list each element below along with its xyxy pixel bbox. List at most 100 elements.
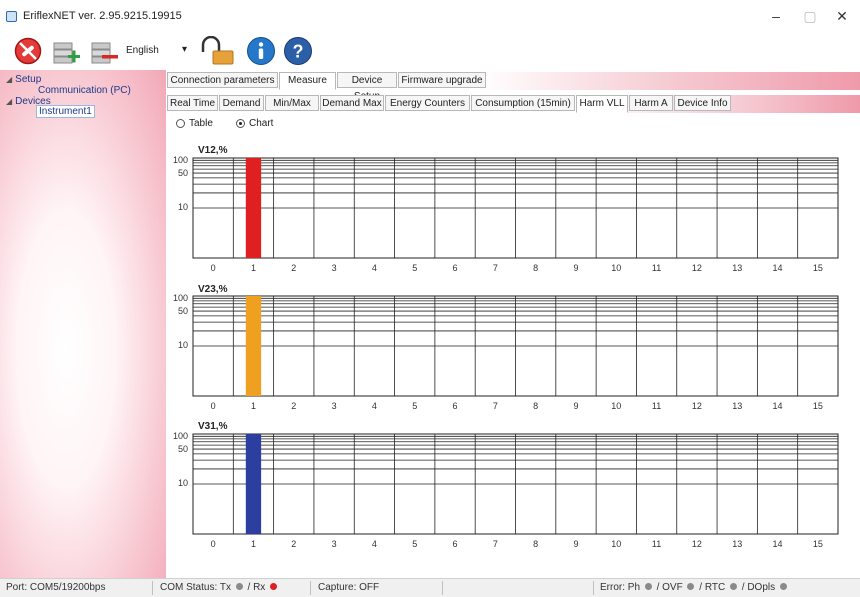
x-tick-label: 11 [652, 401, 661, 411]
language-label: English [126, 45, 159, 56]
x-tick-label: 15 [813, 263, 823, 273]
x-tick-label: 9 [573, 263, 578, 273]
x-tick-label: 6 [453, 263, 458, 273]
x-tick-label: 4 [372, 539, 377, 549]
x-tick-label: 14 [773, 263, 783, 273]
add-device-icon[interactable] [52, 37, 80, 65]
expand-arrow-icon[interactable]: ◢ [6, 75, 12, 84]
x-tick-label: 8 [533, 401, 538, 411]
x-tick-label: 3 [332, 263, 337, 273]
x-tick-label: 1 [251, 539, 256, 549]
rtc-label: / RTC [699, 582, 726, 593]
ovf-label: / OVF [656, 582, 683, 593]
x-tick-label: 3 [332, 401, 337, 411]
radio-unchecked-icon [176, 119, 185, 128]
tab-connection-parameters[interactable]: Connection parameters [167, 72, 278, 88]
status-divider [593, 581, 594, 595]
tree-item-setup[interactable]: ◢ Setup [6, 74, 41, 85]
chart-title-v12: V12,% [198, 145, 228, 156]
chevron-down-icon: ▾ [182, 44, 188, 55]
status-divider [442, 581, 443, 595]
table-radio-label: Table [189, 118, 213, 129]
x-tick-label: 2 [291, 539, 296, 549]
tree-label-instrument1: Instrument1 [36, 105, 95, 118]
close-button[interactable]: ✕ [828, 6, 856, 26]
chart-radio[interactable]: Chart [236, 118, 273, 129]
dopls-label: / DOpls [741, 582, 776, 593]
tab-device-setup[interactable]: Device Setup [337, 72, 397, 102]
error-status: Error: Ph / OVF / RTC / DOpls [600, 582, 789, 593]
y-tick-label: 100 [172, 155, 188, 165]
navigation-tree [0, 70, 166, 578]
x-tick-label: 12 [692, 263, 702, 273]
tab-demand[interactable]: Demand [219, 95, 264, 111]
x-tick-label: 15 [813, 401, 823, 411]
tab-harm-vll[interactable]: Harm VLL [576, 95, 628, 113]
expand-arrow-icon[interactable]: ◢ [6, 97, 12, 106]
tab-harm-a[interactable]: Harm A [629, 95, 673, 111]
x-tick-label: 0 [211, 263, 216, 273]
help-icon[interactable]: ? [283, 36, 313, 66]
info-icon[interactable] [246, 36, 276, 66]
tab-measure[interactable]: Measure [279, 72, 336, 90]
harmonics-tab-strip: Real Time Demand Min/Max Demand Max Ener… [166, 95, 860, 113]
x-tick-label: 0 [211, 539, 216, 549]
remove-device-icon[interactable] [90, 37, 120, 65]
x-tick-label: 7 [493, 401, 498, 411]
x-tick-label: 10 [611, 263, 621, 273]
tab-consumption[interactable]: Consumption (15min) [471, 95, 575, 111]
bar-h1 [245, 158, 262, 258]
minimize-button[interactable]: – [762, 6, 790, 26]
harmonics-chart-v12: 0 1 2 3 4 5 6 7 8 9 10 11 12 13 14 15 [192, 157, 839, 273]
y-tick-label: 50 [177, 444, 188, 454]
x-tick-label: 5 [412, 401, 417, 411]
harmonics-chart-v23: 0 1 2 3 4 5 6 7 8 9 10 11 12 13 14 15 [192, 295, 839, 411]
y-tick-label: 50 [177, 168, 188, 178]
x-tick-label: 2 [291, 263, 296, 273]
y-tick-label: 50 [177, 306, 188, 316]
error-label: Error: Ph [600, 582, 641, 593]
x-tick-label: 6 [453, 401, 458, 411]
tree-item-communication[interactable]: Communication (PC) [38, 85, 131, 96]
table-radio[interactable]: Table [176, 118, 213, 129]
tab-min-max[interactable]: Min/Max [265, 95, 319, 111]
tab-device-info[interactable]: Device Info [674, 95, 731, 111]
x-tick-label: 12 [692, 401, 702, 411]
x-tick-label: 13 [732, 263, 742, 273]
x-tick-label: 13 [732, 401, 742, 411]
tab-energy-counters[interactable]: Energy Counters [385, 95, 470, 111]
disconnect-icon[interactable] [14, 37, 42, 65]
language-select[interactable]: English ▾ [126, 43, 194, 59]
chart-title-v23: V23,% [198, 284, 228, 295]
status-divider [310, 581, 311, 595]
x-tick-label: 3 [332, 539, 337, 549]
tx-led-icon [235, 583, 243, 590]
harmonics-chart-v31: 0 1 2 3 4 5 6 7 8 9 10 11 12 13 14 15 [192, 433, 839, 549]
x-tick-label: 7 [493, 263, 498, 273]
x-tick-label: 1 [251, 401, 256, 411]
x-tick-label: 9 [573, 401, 578, 411]
x-tick-label: 5 [412, 263, 417, 273]
x-tick-label: 0 [211, 401, 216, 411]
x-tick-label: 14 [773, 401, 783, 411]
status-divider [152, 581, 153, 595]
rtc-led-icon [729, 583, 737, 590]
lock-icon[interactable] [199, 36, 235, 66]
tab-real-time[interactable]: Real Time [167, 95, 218, 111]
bar-h1 [245, 434, 262, 534]
x-tick-label: 15 [813, 539, 823, 549]
x-tick-label: 7 [493, 539, 498, 549]
maximize-button[interactable]: ▢ [796, 6, 824, 26]
x-tick-label: 6 [453, 539, 458, 549]
y-tick-label: 10 [177, 202, 188, 212]
x-tick-label: 4 [372, 401, 377, 411]
tab-demand-max[interactable]: Demand Max [320, 95, 384, 111]
y-tick-label: 10 [177, 340, 188, 350]
app-icon [6, 11, 17, 22]
ovf-led-icon [687, 583, 695, 590]
com-status: COM Status: Tx / Rx [160, 582, 279, 593]
x-tick-label: 1 [251, 263, 256, 273]
tree-item-instrument1[interactable]: Instrument1 [36, 105, 95, 118]
x-tick-label: 10 [611, 401, 621, 411]
tab-firmware-upgrade[interactable]: Firmware upgrade [398, 72, 486, 88]
